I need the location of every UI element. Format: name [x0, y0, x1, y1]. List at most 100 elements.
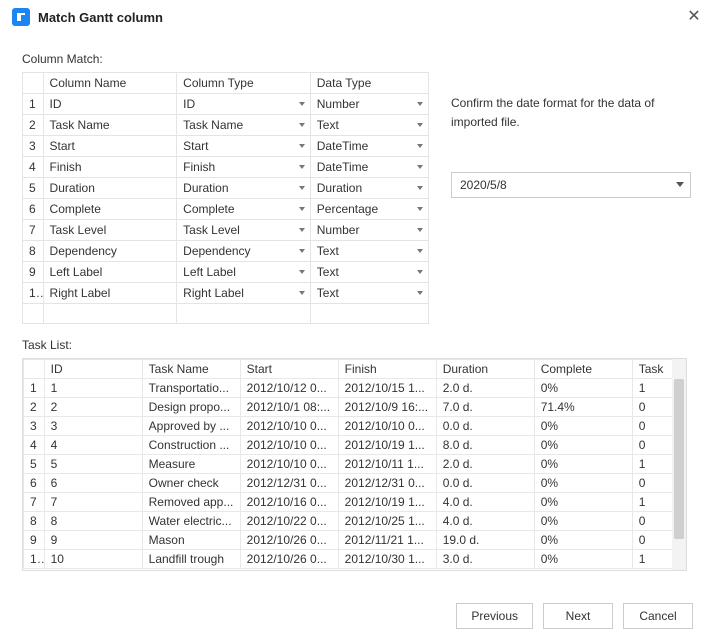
cell-data-type[interactable]: Text	[310, 241, 428, 262]
task-cell-name: Construction ...	[142, 436, 240, 455]
task-row-index: 2	[24, 398, 45, 417]
task-header-finish: Finish	[338, 360, 436, 379]
chevron-down-icon	[299, 186, 305, 190]
cell-data-type[interactable]: Text	[310, 262, 428, 283]
task-cell-name: Transportatio...	[142, 379, 240, 398]
task-cell-task: 0	[632, 417, 673, 436]
task-row-index: 4	[24, 436, 45, 455]
row-index: 5	[23, 178, 44, 199]
header-column-type: Column Type	[177, 73, 311, 94]
chevron-down-icon	[417, 123, 423, 127]
task-cell-complete: 0%	[534, 531, 632, 550]
task-list-label: Task List:	[22, 338, 693, 352]
task-row[interactable]: 77Removed app...2012/10/16 0...2012/10/1…	[24, 493, 674, 512]
cell-column-type[interactable]: Complete	[177, 199, 311, 220]
chevron-down-icon	[299, 144, 305, 148]
cell-column-name: Task Name	[43, 115, 177, 136]
cell-data-type[interactable]: DateTime	[310, 157, 428, 178]
task-cell-id: 9	[44, 531, 142, 550]
task-cell-duration: 19.0 d.	[436, 531, 534, 550]
task-cell-task: 0	[632, 512, 673, 531]
cell-column-name: Dependency	[43, 241, 177, 262]
cell-data-type[interactable]: Text	[310, 115, 428, 136]
confirm-line2: imported file.	[451, 115, 520, 129]
task-row[interactable]: 55Measure2012/10/10 0...2012/10/11 1...2…	[24, 455, 674, 474]
task-cell-start: 2012/10/26 0...	[240, 531, 338, 550]
task-cell-finish: 2012/10/15 1...	[338, 379, 436, 398]
app-icon	[12, 8, 30, 26]
task-cell-duration: 0.0 d.	[436, 417, 534, 436]
task-list-scrollbar[interactable]	[672, 359, 686, 570]
confirm-line1: Confirm the date format for the data of	[451, 96, 654, 110]
task-row[interactable]: 22Design propo...2012/10/1 08:...2012/10…	[24, 398, 674, 417]
task-cell-complete: 0%	[534, 550, 632, 569]
cell-data-type[interactable]: DateTime	[310, 136, 428, 157]
task-cell-start: 2012/10/16 0...	[240, 493, 338, 512]
task-cell-finish: 2012/12/31 0...	[338, 474, 436, 493]
cell-column-type[interactable]: Left Label	[177, 262, 311, 283]
cell-data-type[interactable]: Text	[310, 283, 428, 304]
chevron-down-icon	[299, 102, 305, 106]
chevron-down-icon	[417, 291, 423, 295]
column-match-row: 9Left LabelLeft LabelText	[23, 262, 429, 283]
date-format-select[interactable]: 2020/5/8	[451, 172, 691, 198]
task-row[interactable]: 44Construction ...2012/10/10 0...2012/10…	[24, 436, 674, 455]
task-row[interactable]: 88Water electric...2012/10/22 0...2012/1…	[24, 512, 674, 531]
cell-data-type[interactable]: Number	[310, 220, 428, 241]
chevron-down-icon	[299, 249, 305, 253]
task-row[interactable]: 1010Landfill trough2012/10/26 0...2012/1…	[24, 550, 674, 569]
footer: Previous Next Cancel	[456, 603, 693, 629]
next-button[interactable]: Next	[543, 603, 613, 629]
cell-column-type[interactable]: Task Name	[177, 115, 311, 136]
header-data-type: Data Type	[310, 73, 428, 94]
previous-button[interactable]: Previous	[456, 603, 533, 629]
task-list-header-row: ID Task Name Start Finish Duration Compl…	[24, 360, 674, 379]
column-match-row: 6CompleteCompletePercentage	[23, 199, 429, 220]
task-cell-duration: 0.0 d.	[436, 474, 534, 493]
task-cell-task: 0	[632, 474, 673, 493]
task-row-index: 1	[24, 379, 45, 398]
task-cell-finish: 2012/10/19 1...	[338, 436, 436, 455]
task-cell-duration: 2.0 d.	[436, 379, 534, 398]
task-cell-task: 1	[632, 550, 673, 569]
cell-column-type[interactable]: Dependency	[177, 241, 311, 262]
task-row[interactable]: 66Owner check2012/12/31 0...2012/12/31 0…	[24, 474, 674, 493]
cell-column-type[interactable]: Start	[177, 136, 311, 157]
cell-column-type[interactable]: Right Label	[177, 283, 311, 304]
scrollbar-thumb[interactable]	[674, 379, 684, 539]
task-cell-task: 0	[632, 436, 673, 455]
window-title: Match Gantt column	[38, 10, 163, 25]
task-header-duration: Duration	[436, 360, 534, 379]
task-row-index: 7	[24, 493, 45, 512]
cell-column-name: Duration	[43, 178, 177, 199]
task-cell-duration: 2.0 d.	[436, 455, 534, 474]
task-row[interactable]: 99Mason2012/10/26 0...2012/11/21 1...19.…	[24, 531, 674, 550]
task-header-id: ID	[44, 360, 142, 379]
column-match-table: Column Name Column Type Data Type 1IDIDN…	[22, 72, 429, 324]
task-row[interactable]: 33Approved by ...2012/10/10 0...2012/10/…	[24, 417, 674, 436]
task-cell-duration: 3.0 d.	[436, 550, 534, 569]
task-row-index: 8	[24, 512, 45, 531]
task-cell-id: 5	[44, 455, 142, 474]
task-cell-start: 2012/12/31 0...	[240, 474, 338, 493]
column-match-row: 8DependencyDependencyText	[23, 241, 429, 262]
cell-column-type[interactable]: Finish	[177, 157, 311, 178]
close-button[interactable]: ✕	[683, 6, 705, 28]
task-cell-finish: 2012/10/19 1...	[338, 493, 436, 512]
cell-column-type[interactable]: ID	[177, 94, 311, 115]
task-cell-id: 8	[44, 512, 142, 531]
task-header-start: Start	[240, 360, 338, 379]
cell-column-type[interactable]: Task Level	[177, 220, 311, 241]
task-row[interactable]: 11Transportatio...2012/10/12 0...2012/10…	[24, 379, 674, 398]
cancel-button[interactable]: Cancel	[623, 603, 693, 629]
header-blank	[23, 73, 44, 94]
cell-data-type[interactable]: Percentage	[310, 199, 428, 220]
row-index: 10	[23, 283, 44, 304]
task-cell-start: 2012/10/1 08:...	[240, 398, 338, 417]
cell-data-type[interactable]: Duration	[310, 178, 428, 199]
task-cell-duration: 4.0 d.	[436, 493, 534, 512]
cell-column-type[interactable]: Duration	[177, 178, 311, 199]
task-cell-complete: 0%	[534, 417, 632, 436]
row-index: 1	[23, 94, 44, 115]
cell-data-type[interactable]: Number	[310, 94, 428, 115]
